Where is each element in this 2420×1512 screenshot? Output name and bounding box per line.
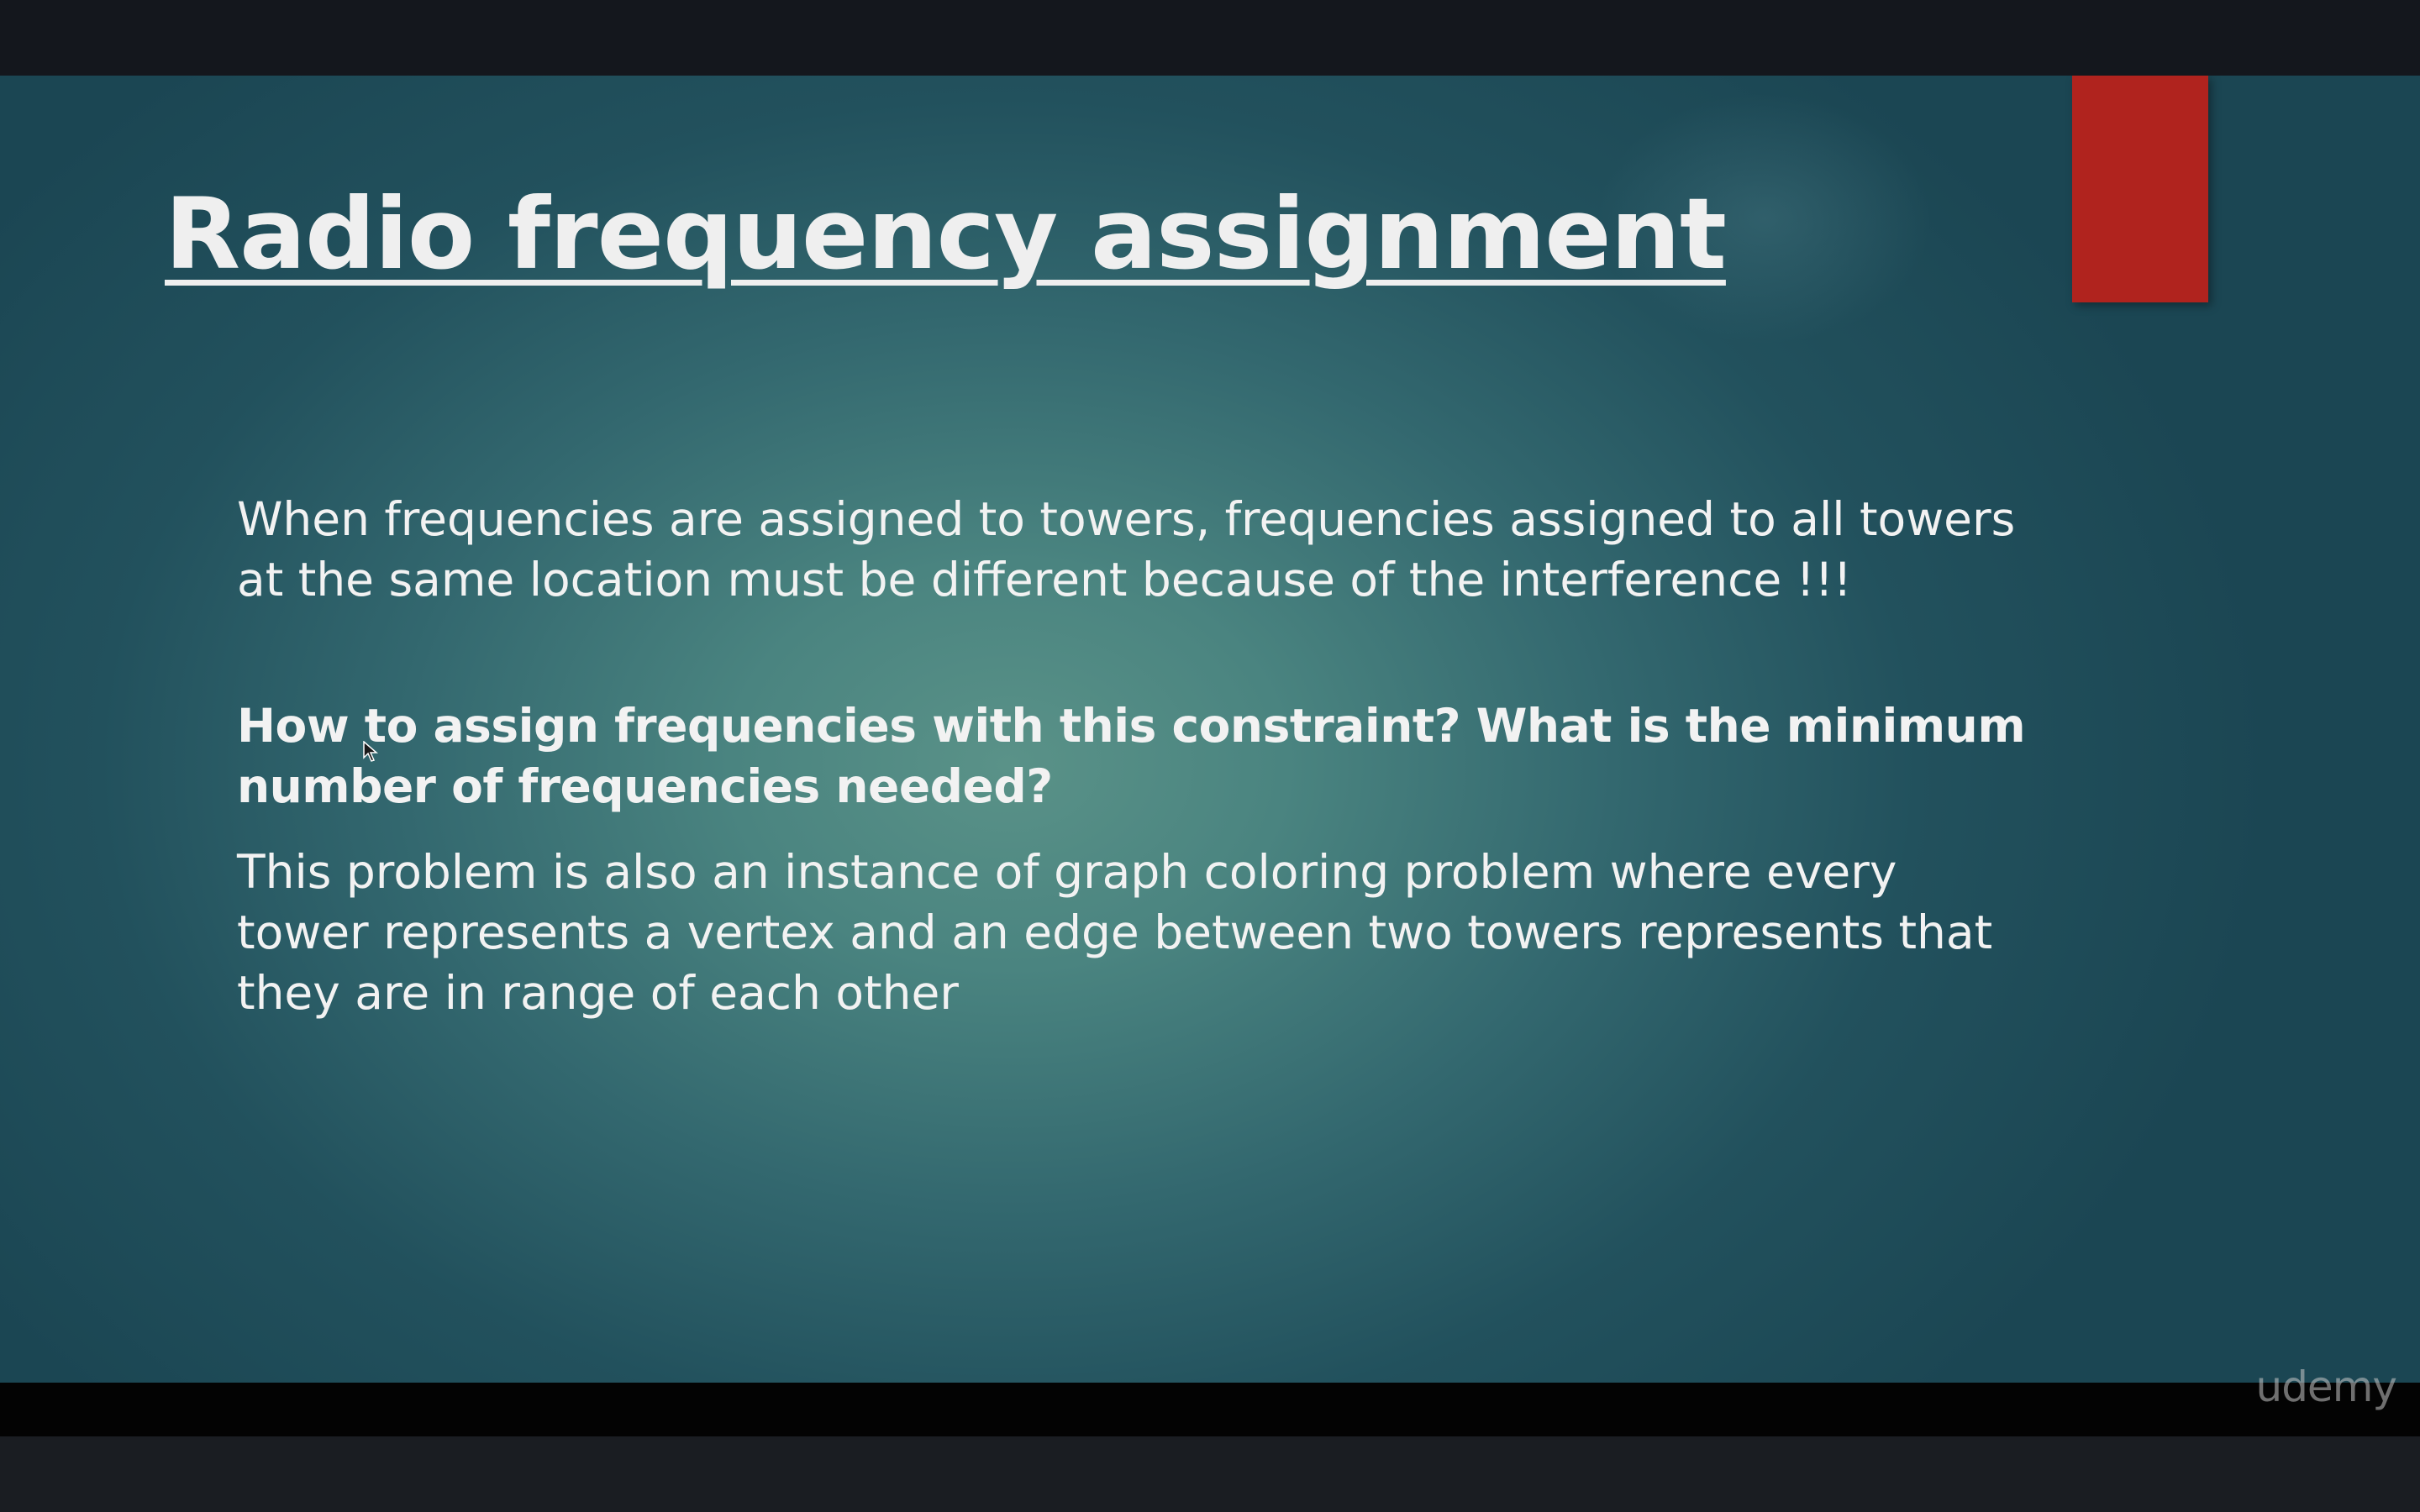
pointer-arrow-icon	[363, 741, 379, 762]
presentation-slide: Radio frequency assignment When frequenc…	[0, 76, 2420, 1383]
video-top-bar	[0, 0, 2420, 76]
video-lower-bar	[0, 1436, 2420, 1512]
slide-title: Radio frequency assignment	[165, 176, 1727, 291]
paragraph-graph-coloring: This problem is also an instance of grap…	[237, 845, 1993, 1020]
paragraph-interference: When frequencies are assigned to towers,…	[237, 492, 2016, 606]
udemy-watermark: udemy	[2255, 1362, 2397, 1411]
accent-bar	[2072, 76, 2208, 302]
video-player-bar	[0, 1383, 2420, 1436]
paragraph-question: How to assign frequencies with this cons…	[237, 699, 2026, 813]
